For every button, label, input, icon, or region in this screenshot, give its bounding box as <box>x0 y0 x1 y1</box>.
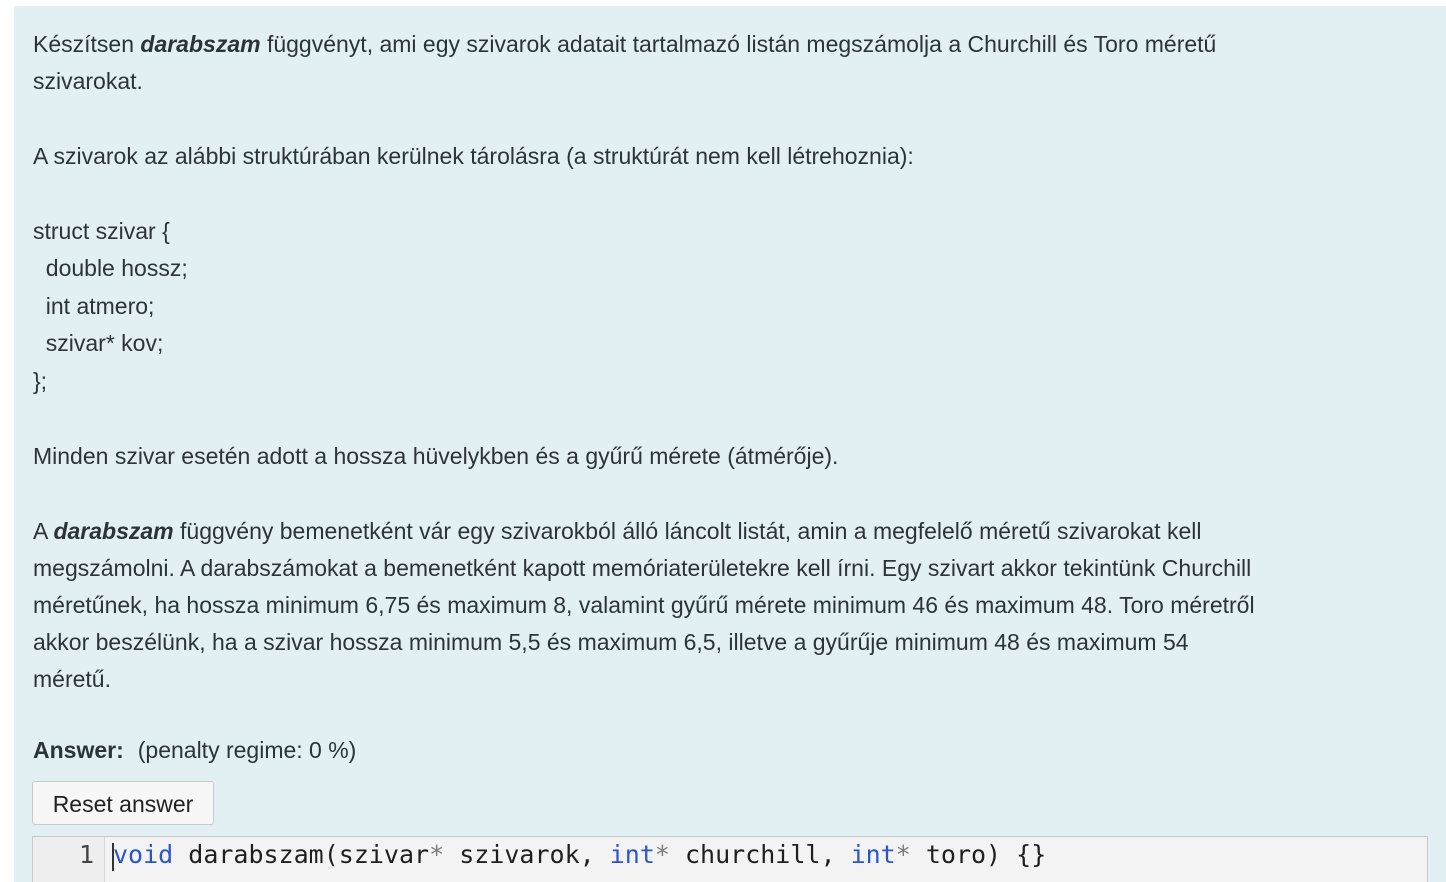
question-paragraph-1: Készítsen darabszam függvényt, ami egy s… <box>33 29 1216 59</box>
question-panel: Készítsen darabszam függvényt, ami egy s… <box>14 6 1446 882</box>
code-token: churchill, <box>669 840 851 869</box>
keyword-void: void <box>113 840 174 869</box>
text-segment: függvény bemenetként vár egy szivarokból… <box>173 518 1202 544</box>
question-paragraph-4-line-5: méretű. <box>33 666 111 692</box>
struct-line: struct szivar { <box>33 218 170 244</box>
answer-header: Answer: (penalty regime: 0 %) <box>33 735 356 765</box>
answer-label: Answer: <box>33 737 124 763</box>
code-token: toro) {} <box>910 840 1047 869</box>
quiz-page: Készítsen darabszam függvényt, ami egy s… <box>0 0 1446 882</box>
keyword-int: int <box>850 840 896 869</box>
code-token: darabszam(szivar <box>173 840 430 869</box>
pointer-star: * <box>429 840 445 869</box>
question-paragraph-1-line-2: szivarokat. <box>33 68 143 94</box>
text-segment: függvényt, ami egy szivarok adatait tart… <box>260 31 1217 57</box>
struct-line: int atmero; <box>33 293 155 319</box>
question-paragraph-4: A darabszam függvény bemenetként vár egy… <box>33 516 1201 546</box>
pointer-star: * <box>654 840 670 869</box>
struct-line: szivar* kov; <box>33 330 164 356</box>
keyword-int: int <box>609 840 655 869</box>
question-paragraph-2: A szivarok az alábbi struktúrában kerüln… <box>33 143 914 169</box>
code-editor[interactable]: 1 void darabszam(szivar* szivarok, int* … <box>32 836 1428 882</box>
question-paragraph-4-line-3: méretűnek, ha hossza minimum 6,75 és max… <box>33 592 1255 618</box>
struct-line: }; <box>33 368 48 394</box>
question-paragraph-3: Minden szivar esetén adott a hossza hüve… <box>33 443 839 469</box>
struct-line: double hossz; <box>33 255 188 281</box>
pointer-star: * <box>895 840 911 869</box>
penalty-regime: (penalty regime: 0 %) <box>137 737 357 763</box>
function-name: darabszam <box>140 31 261 57</box>
code-token: szivarok, <box>444 840 610 869</box>
reset-answer-button[interactable]: Reset answer <box>32 781 214 825</box>
question-paragraph-4-line-4: akkor beszélünk, ha a szivar hossza mini… <box>33 629 1189 655</box>
code-line[interactable]: void darabszam(szivar* szivarok, int* ch… <box>113 837 1046 873</box>
text-segment: Készítsen <box>33 31 141 57</box>
question-paragraph-4-line-2: megszámolni. A darabszámokat a bemenetké… <box>33 555 1252 581</box>
text-segment: A <box>33 518 54 544</box>
line-number: 1 <box>33 837 105 882</box>
function-name: darabszam <box>53 518 174 544</box>
